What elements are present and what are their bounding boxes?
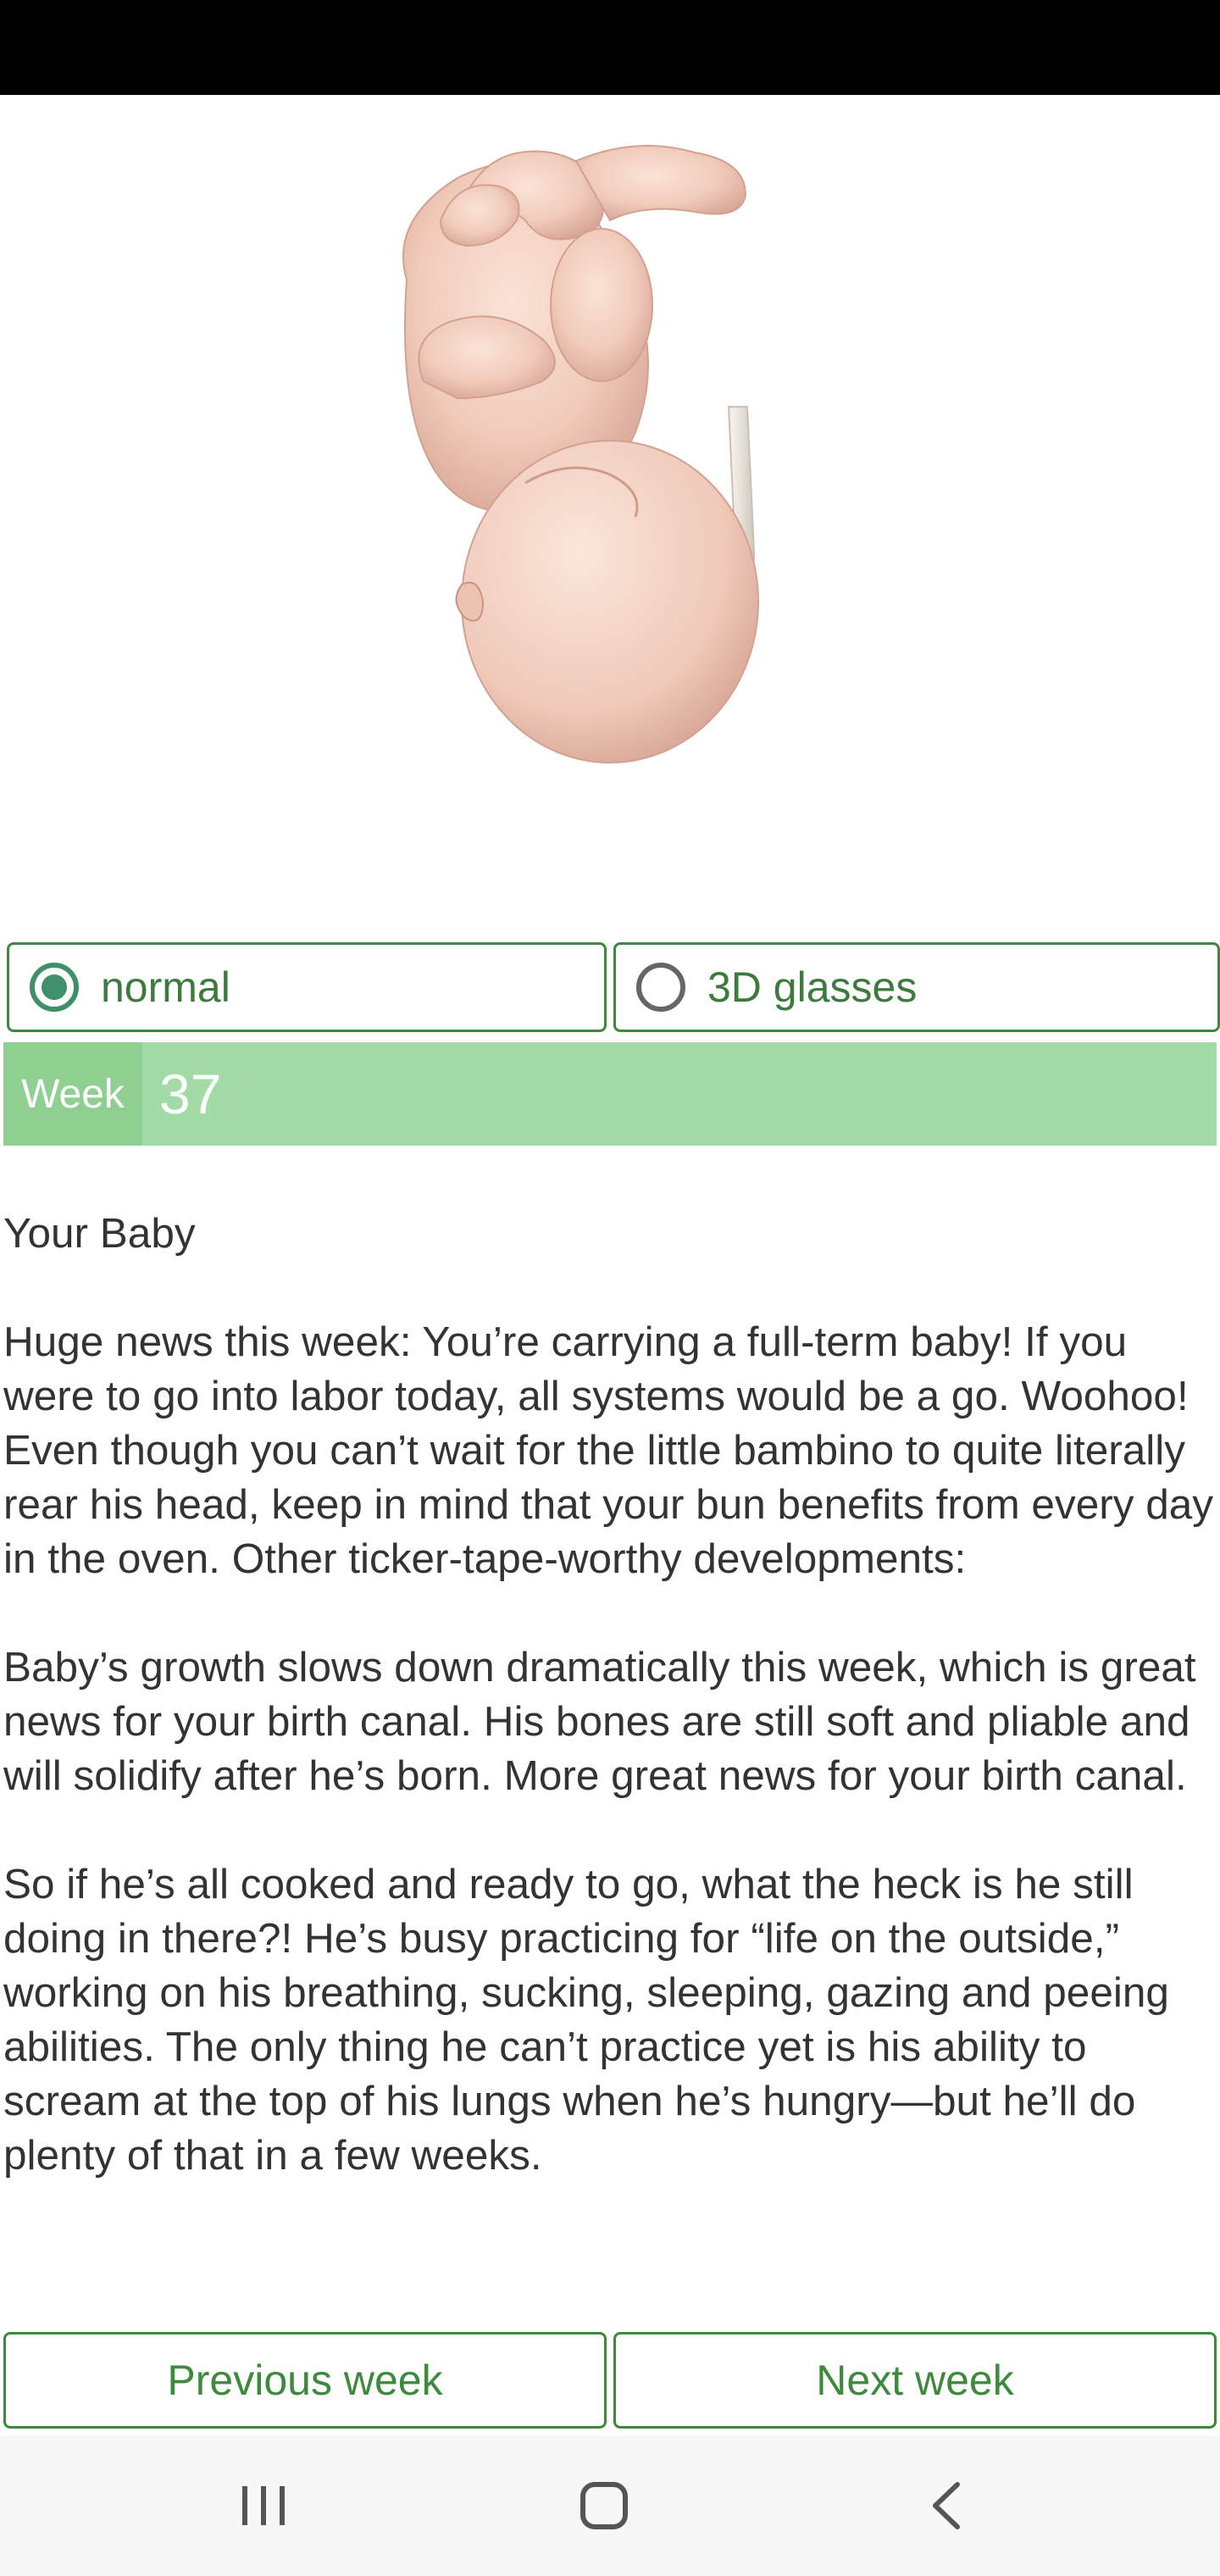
article-content: Your Baby Huge news this week: You’re ca… <box>3 1207 1217 2183</box>
week-number: 37 <box>159 1063 222 1125</box>
status-bar <box>0 0 1220 95</box>
previous-week-button[interactable]: Previous week <box>3 2332 607 2429</box>
week-navigation: Previous week Next week <box>3 2332 1217 2430</box>
mode-option-normal[interactable]: normal <box>7 942 607 1032</box>
recent-apps-icon[interactable] <box>225 2478 302 2534</box>
week-label: Week <box>3 1042 142 1146</box>
article-paragraph: So if he’s all cooked and ready to go, w… <box>3 1861 1169 2179</box>
radio-checked-icon[interactable] <box>30 963 79 1012</box>
next-week-button[interactable]: Next week <box>613 2332 1217 2429</box>
article-heading: Your Baby <box>3 1210 196 1257</box>
radio-unchecked-icon[interactable] <box>636 963 685 1012</box>
view-mode-selector: normal 3D glasses <box>7 942 1220 1035</box>
fetus-illustration <box>356 127 864 822</box>
mode-label-3d-glasses: 3D glasses <box>707 963 918 1011</box>
mode-label-normal: normal <box>101 963 230 1011</box>
back-icon[interactable] <box>908 2478 984 2534</box>
week-bar: Week 37 <box>3 1042 1217 1146</box>
article-paragraph: Huge news this week: You’re carrying a f… <box>3 1319 1214 1582</box>
mode-option-3d-glasses[interactable]: 3D glasses <box>613 942 1220 1032</box>
system-navigation-bar <box>0 2435 1220 2576</box>
article-paragraph: Baby’s growth slows down dramatically th… <box>3 1644 1196 1799</box>
home-icon[interactable] <box>566 2478 642 2534</box>
